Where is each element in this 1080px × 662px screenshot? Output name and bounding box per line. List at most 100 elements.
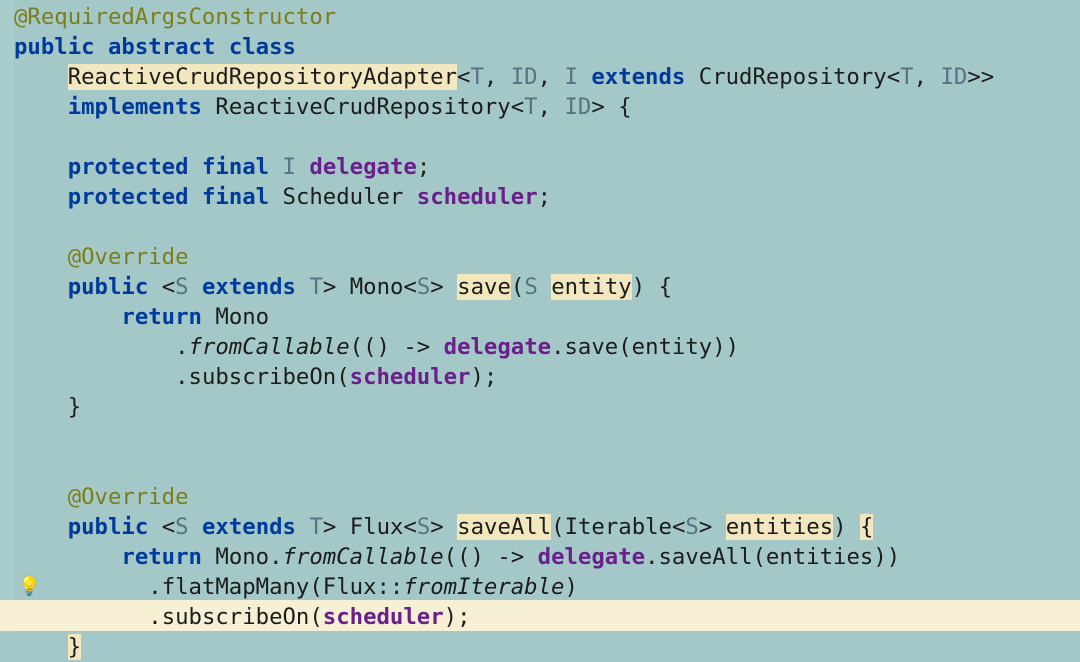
angle-open: < [403, 514, 416, 540]
method-ref-sep: :: [377, 574, 404, 600]
param-name: entities [726, 514, 833, 540]
keyword-return: return [121, 304, 202, 330]
annotation: @RequiredArgsConstructor [14, 4, 336, 30]
paren-open: ( [551, 514, 564, 540]
brace-close: } [68, 634, 81, 660]
comma: , [538, 64, 551, 90]
annotation: @Override [68, 484, 189, 510]
field-ref: delegate [538, 544, 645, 570]
space [390, 334, 403, 360]
angle-close: > [430, 274, 443, 300]
angle-open: < [162, 514, 175, 540]
type-ref: Mono [215, 544, 269, 570]
method-call: save [565, 334, 619, 360]
paren-open: ( [309, 574, 322, 600]
dot: . [551, 334, 564, 360]
dot: . [148, 604, 161, 630]
lambda-params: () [457, 544, 484, 570]
comma: , [538, 94, 551, 120]
type-ref: Mono [350, 274, 404, 300]
method-call: saveAll [659, 544, 753, 570]
space [551, 94, 564, 120]
keyword-protected: protected [68, 154, 189, 180]
type-param: T [309, 274, 322, 300]
keyword-public: public [14, 34, 95, 60]
angle-open: < [403, 274, 416, 300]
lambda-params: () [363, 334, 390, 360]
semicolon: ; [484, 364, 497, 390]
method-call: fromCallable [189, 334, 350, 360]
space [430, 334, 443, 360]
method-call: subscribeOn [189, 364, 337, 390]
space [189, 514, 202, 540]
field-ref: scheduler [350, 364, 471, 390]
comma: , [484, 64, 497, 90]
paren-close: ) [887, 544, 900, 570]
brace-close: } [68, 394, 81, 420]
method-call: fromCallable [283, 544, 444, 570]
param-ref: entities [766, 544, 873, 570]
brace-open: { [860, 514, 873, 540]
arrow: -> [497, 544, 524, 570]
type-ref: Flux [323, 574, 377, 600]
keyword-extends: extends [202, 514, 296, 540]
semicolon: ; [417, 154, 430, 180]
paren-close: ) [712, 334, 725, 360]
type-param: S [175, 274, 188, 300]
keyword-final: final [202, 154, 269, 180]
type-param: S [524, 274, 537, 300]
paren-open: ( [511, 274, 524, 300]
param-name: entity [551, 274, 632, 300]
space [202, 94, 215, 120]
space [685, 64, 698, 90]
keyword-return: return [121, 544, 202, 570]
angle-open: < [511, 94, 524, 120]
semicolon: ; [457, 604, 470, 630]
angle-close: > [323, 274, 336, 300]
keyword-final: final [202, 184, 269, 210]
method-name: saveAll [457, 514, 551, 540]
paren-close: ) [470, 364, 483, 390]
space [524, 544, 537, 570]
paren-open: ( [618, 334, 631, 360]
keyword-extends: extends [202, 274, 296, 300]
paren-open: ( [444, 544, 457, 570]
arrow: -> [403, 334, 430, 360]
space [605, 94, 618, 120]
type-ref: ReactiveCrudRepository [215, 94, 510, 120]
paren-open: ( [752, 544, 765, 570]
field-name: scheduler [417, 184, 538, 210]
space [578, 64, 591, 90]
paren-close: ) [564, 574, 577, 600]
space [497, 64, 510, 90]
method-ref: fromIterable [403, 574, 564, 600]
brace-open: { [659, 274, 672, 300]
class-name: ReactiveCrudRepositoryAdapter [68, 64, 457, 90]
annotation: @Override [68, 244, 189, 270]
angle-close: > [430, 514, 443, 540]
space [484, 544, 497, 570]
paren-close: ) [632, 274, 645, 300]
space [296, 514, 309, 540]
keyword-implements: implements [68, 94, 202, 120]
keyword-public: public [68, 274, 149, 300]
space [551, 64, 564, 90]
type-ref: CrudRepository [699, 64, 887, 90]
angle-close: > [699, 514, 712, 540]
code-editor[interactable]: @RequiredArgsConstructor public abstract… [14, 2, 994, 662]
type-ref: Iterable [565, 514, 672, 540]
type-ref: Mono [215, 304, 269, 330]
paren-open: ( [336, 364, 349, 390]
angle-close: > [591, 94, 604, 120]
type-param: I [564, 64, 577, 90]
space [847, 514, 860, 540]
field-name: delegate [309, 154, 416, 180]
type-param: T [900, 64, 913, 90]
type-param: T [524, 94, 537, 120]
paren-close: ) [444, 604, 457, 630]
method-call: subscribeOn [162, 604, 310, 630]
paren-close: ) [726, 334, 739, 360]
paren-open: ( [350, 334, 363, 360]
type-param: T [309, 514, 322, 540]
angle-open: < [887, 64, 900, 90]
